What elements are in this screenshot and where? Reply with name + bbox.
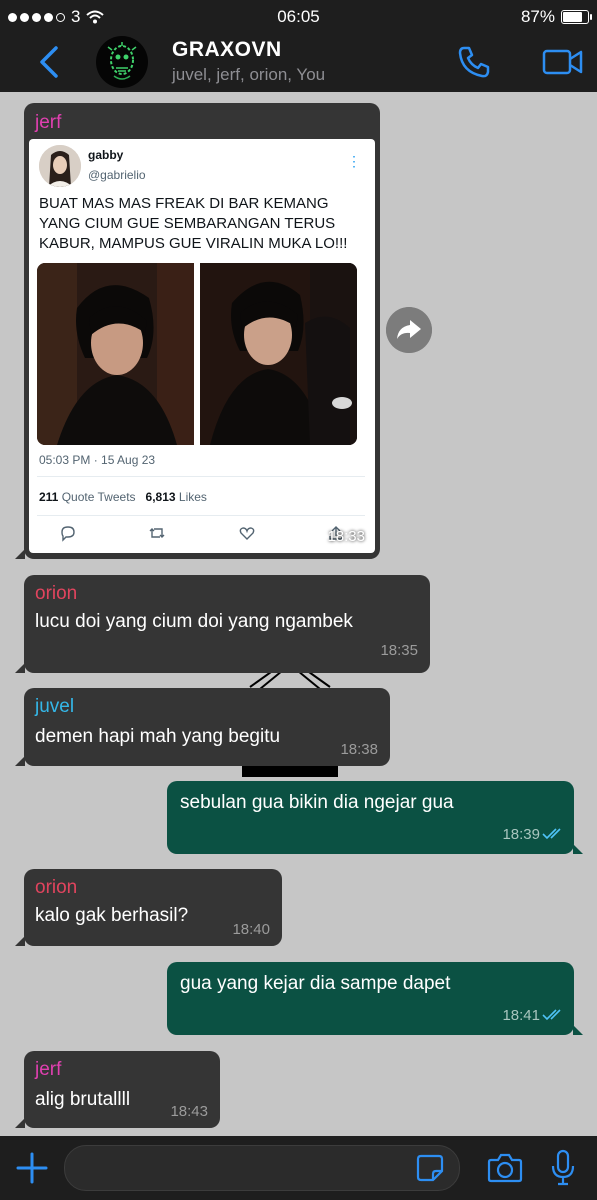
tweet-message-bubble[interactable]: jerf gabby @gabrielio ⋮ BUAT MAS MAS FRE…: [15, 103, 380, 559]
message-time: 18:43: [170, 1103, 208, 1120]
like-icon: [239, 527, 255, 540]
group-members[interactable]: juvel, jerf, orion, You: [172, 65, 325, 85]
divider: [37, 515, 365, 516]
message-text: alig brutallll: [35, 1089, 131, 1110]
likes-count: 6,813: [145, 490, 176, 504]
message-time: 18:39: [502, 826, 540, 843]
message-bubble[interactable]: juvel demen hapi mah yang begitu 18:38: [15, 688, 390, 766]
message-input[interactable]: [64, 1145, 460, 1191]
chat-area[interactable]: jerf gabby @gabrielio ⋮ BUAT MAS MAS FRE…: [0, 92, 597, 1136]
tweet-stats: 211 Quote Tweets 6,813 Likes: [39, 490, 207, 504]
quote-label: Quote Tweets: [61, 490, 136, 504]
camera-icon[interactable]: [487, 1151, 523, 1185]
sender-name: orion: [35, 877, 78, 898]
tweet-text: BUAT MAS MAS FREAK DI BAR KEMANG YANG CI…: [39, 195, 348, 252]
message-bubble[interactable]: gua yang kejar dia sampe dapet 18:41: [167, 962, 583, 1035]
message-time: 18:33: [327, 528, 365, 545]
sender-name: orion: [35, 583, 78, 604]
message-text: kalo gak berhasil?: [35, 905, 189, 926]
message-text: sebulan gua bikin dia ngejar gua: [180, 792, 454, 813]
tweet-date: 05:03 PM · 15 Aug 23: [39, 453, 156, 467]
clock: 06:05: [277, 7, 320, 26]
message-input-bar: [0, 1136, 597, 1200]
tweet-photo-left: [37, 263, 194, 445]
sender-name: jerf: [35, 1059, 62, 1080]
message-time: 18:38: [340, 741, 378, 758]
double-check-icon: [542, 828, 561, 840]
tweet-user-name: gabby: [88, 148, 124, 162]
message-text: gua yang kejar dia sampe dapet: [180, 973, 451, 994]
sender-name: jerf: [35, 112, 62, 133]
video-call-icon[interactable]: [542, 46, 584, 78]
group-avatar[interactable]: [96, 36, 148, 88]
tweet-media: [37, 263, 357, 445]
more-icon: ⋮: [347, 153, 361, 169]
chat-header: GRAXOVN juvel, jerf, orion, You: [0, 32, 597, 92]
back-icon[interactable]: [30, 42, 70, 82]
message-time: 18:40: [232, 921, 270, 938]
reply-icon: [61, 526, 75, 542]
status-bar: 3 06:05 87%: [0, 0, 597, 32]
tweet-photo-right: [200, 263, 357, 445]
message-time: 18:35: [380, 642, 418, 659]
message-text: lucu doi yang cium doi yang ngambek: [35, 611, 353, 632]
message-bubble[interactable]: sebulan gua bikin dia ngejar gua 18:39: [167, 781, 583, 854]
message-bubble[interactable]: orion lucu doi yang cium doi yang ngambe…: [15, 575, 430, 673]
double-check-icon: [542, 1009, 561, 1021]
call-icon[interactable]: [456, 44, 492, 80]
divider: [37, 476, 365, 477]
sticker-icon[interactable]: [415, 1153, 445, 1183]
quote-count: 211: [39, 490, 59, 504]
message-text: demen hapi mah yang begitu: [35, 726, 281, 747]
tweet-user-handle: @gabrielio: [88, 168, 146, 182]
likes-label: Likes: [178, 490, 207, 504]
microphone-icon[interactable]: [549, 1149, 577, 1187]
message-bubble[interactable]: orion kalo gak berhasil? 18:40: [15, 869, 282, 946]
sender-name: juvel: [35, 696, 75, 717]
battery-icon: [561, 10, 592, 24]
tweet-screenshot[interactable]: gabby @gabrielio ⋮ BUAT MAS MAS FREAK DI…: [29, 139, 375, 553]
message-bubble[interactable]: jerf alig brutallll 18:43: [15, 1051, 220, 1128]
retweet-icon: [149, 528, 165, 538]
forward-icon[interactable]: [386, 307, 432, 353]
tweet-user-avatar: [39, 145, 81, 187]
group-title[interactable]: GRAXOVN: [172, 38, 282, 62]
battery-percent: 87%: [520, 7, 555, 26]
plus-icon[interactable]: [14, 1150, 50, 1186]
message-time: 18:41: [502, 1007, 540, 1024]
